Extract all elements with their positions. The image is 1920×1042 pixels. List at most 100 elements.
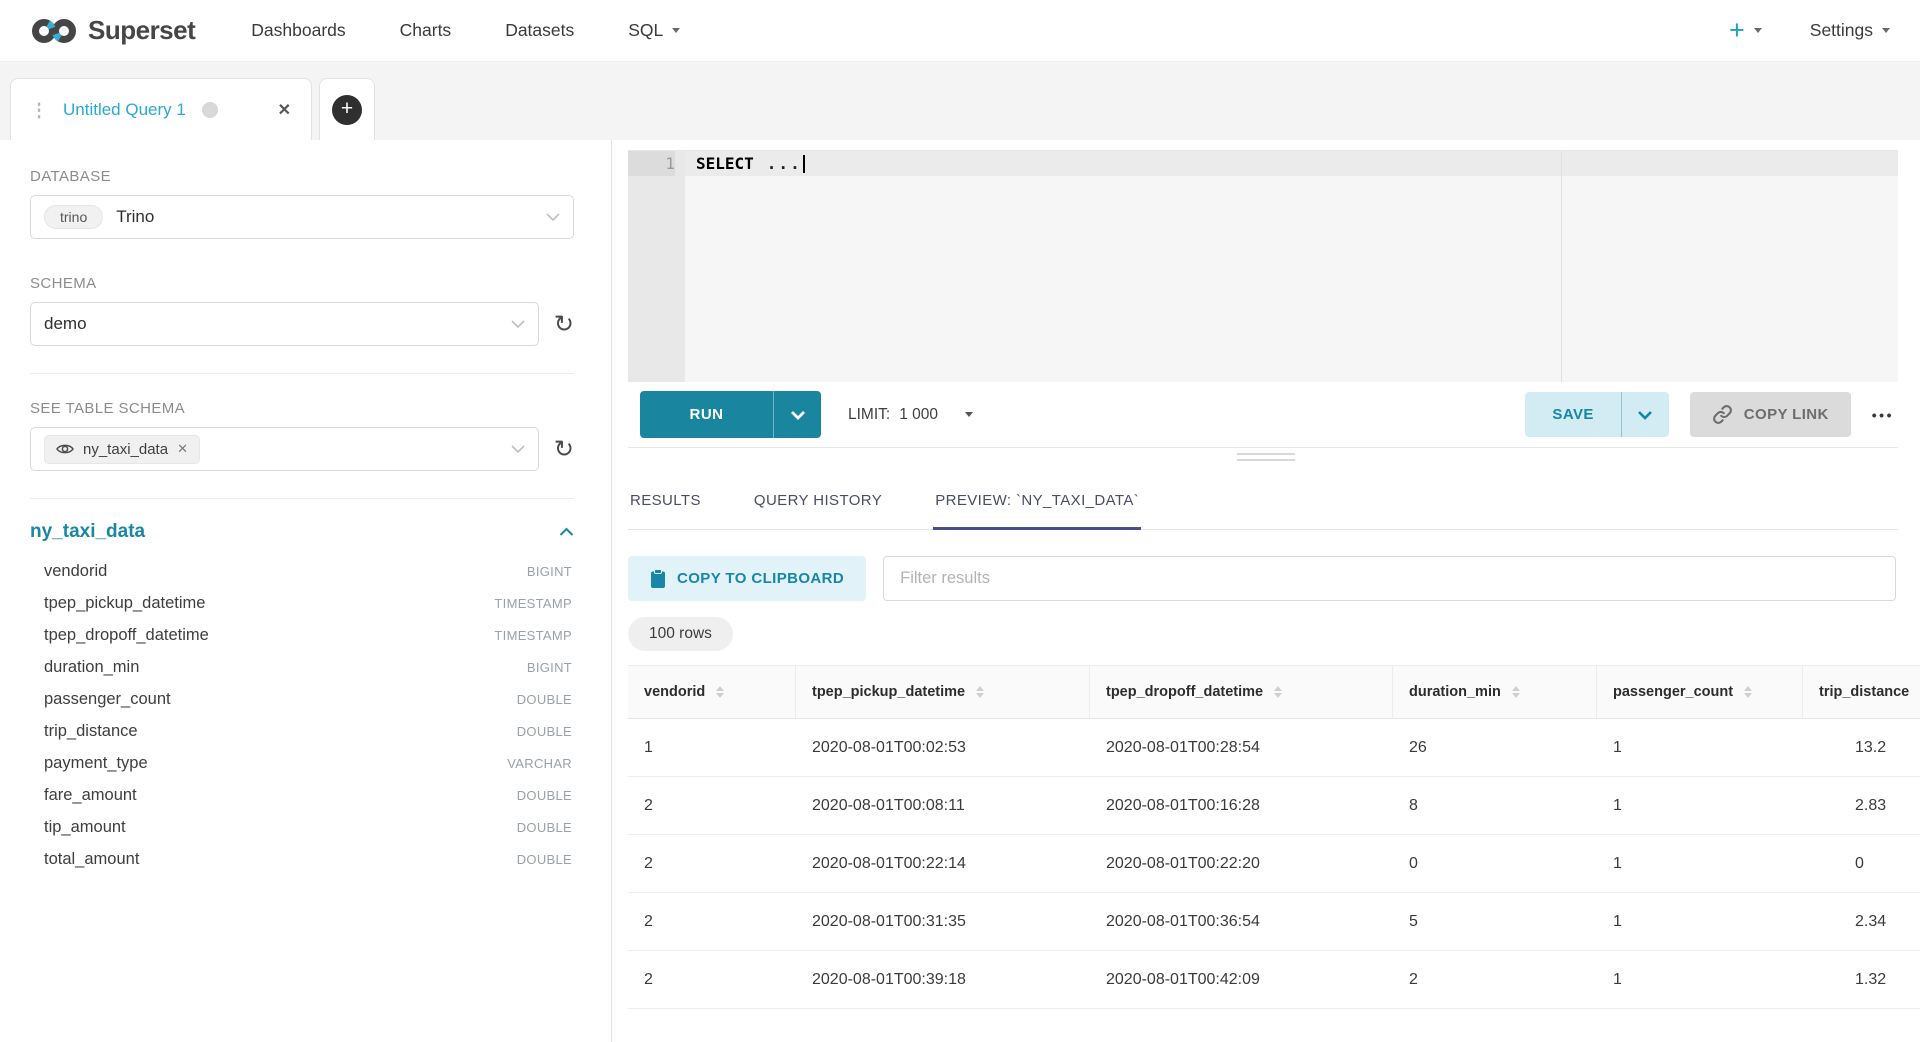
save-query-button[interactable]: SAVE [1525, 392, 1668, 437]
query-tab-label[interactable]: Untitled Query 1 [63, 100, 186, 120]
results-grid-body: 12020-08-01T00:02:532020-08-01T00:28:542… [628, 719, 1920, 1009]
sql-text: ... [767, 154, 802, 173]
table-cell: 2 [628, 971, 796, 989]
superset-logo-icon [30, 16, 78, 46]
add-tab-button[interactable]: + [319, 78, 375, 140]
sql-lab-sidebar: DATABASE trino Trino SCHEMA demo [0, 140, 612, 1042]
sidebar-divider [30, 498, 574, 499]
save-options-caret[interactable] [1622, 392, 1669, 437]
column-name: payment_type [44, 754, 148, 773]
table-row: 22020-08-01T00:39:182020-08-01T00:42:092… [628, 951, 1920, 1009]
run-query-button[interactable]: RUN [640, 391, 821, 438]
table-select[interactable]: ny_taxi_data ✕ [30, 427, 539, 471]
results-tab-2[interactable]: PREVIEW: `NY_TAXI_DATA` [933, 492, 1141, 529]
grid-header-cell-trip_distance[interactable]: trip_distance [1803, 666, 1920, 718]
grid-header-cell-vendorid[interactable]: vendorid [628, 666, 796, 718]
nav-item-label: Charts [400, 20, 452, 41]
schema-column-row: trip_distanceDOUBLE [30, 715, 574, 747]
refresh-schemas-icon[interactable]: ↻ [554, 312, 574, 336]
row-count-badge: 100 rows [628, 617, 733, 651]
chevron-down-icon [546, 213, 560, 222]
run-label: RUN [640, 391, 773, 438]
clipboard-icon [650, 569, 666, 589]
close-tab-icon[interactable]: ✕ [278, 100, 291, 120]
table-cell: 1 [1597, 797, 1803, 815]
table-cell: 2 [1393, 971, 1597, 989]
schema-select[interactable]: demo [30, 302, 539, 346]
remove-table-icon[interactable]: ✕ [177, 441, 188, 457]
sort-down-icon [716, 693, 724, 698]
main-area: DATABASE trino Trino SCHEMA demo [0, 140, 1920, 1042]
table-cell: 2020-08-01T00:22:14 [796, 855, 1090, 873]
sort-icon[interactable] [976, 686, 984, 699]
grid-header-cell-tpep_dropoff_datetime[interactable]: tpep_dropoff_datetime [1090, 666, 1393, 718]
sort-icon[interactable] [1512, 686, 1520, 699]
plus-icon[interactable]: + [332, 95, 362, 125]
table-cell: 13.2 [1803, 739, 1920, 757]
column-name: trip_distance [44, 722, 138, 741]
brand-title: Superset [88, 15, 195, 46]
database-backend-tag: trino [44, 205, 103, 229]
table-panel-title[interactable]: ny_taxi_data [30, 521, 145, 543]
grid-header-cell-duration_min[interactable]: duration_min [1393, 666, 1597, 718]
column-name: vendorid [44, 562, 107, 581]
new-item-menu[interactable]: + [1729, 17, 1762, 44]
eye-icon [56, 443, 74, 455]
nav-item-sql[interactable]: SQL [628, 20, 680, 41]
grid-header-label: tpep_pickup_datetime [812, 684, 965, 700]
filter-results-input[interactable] [883, 556, 1896, 601]
results-tab-0[interactable]: RESULTS [628, 492, 703, 529]
grid-header-label: duration_min [1409, 684, 1501, 700]
column-type: TIMESTAMP [494, 596, 572, 611]
table-cell: 2020-08-01T00:42:09 [1090, 971, 1393, 989]
nav-item-label: SQL [628, 20, 663, 41]
sql-code-editor[interactable]: 1 SELECT ... [628, 150, 1898, 382]
table-row: 22020-08-01T00:08:112020-08-01T00:16:288… [628, 777, 1920, 835]
query-tab-untitled-query-1[interactable]: ⋮ Untitled Query 1 ✕ [10, 78, 312, 140]
column-name: tpep_dropoff_datetime [44, 626, 209, 645]
table-cell: 8 [1393, 797, 1597, 815]
schema-column-row: passenger_countDOUBLE [30, 683, 574, 715]
table-cell: 1 [1597, 855, 1803, 873]
nav-item-label: Datasets [505, 20, 574, 41]
nav-item-dashboards[interactable]: Dashboards [251, 20, 345, 41]
sort-down-icon [1512, 693, 1520, 698]
table-columns-list: vendoridBIGINT tpep_pickup_datetime TIMEST… [30, 555, 574, 875]
nav-item-charts[interactable]: Charts [400, 20, 452, 41]
column-name: tpep_pickup_datetime [44, 594, 205, 613]
resize-drag-handle[interactable] [1237, 453, 1295, 465]
column-type: DOUBLE [517, 692, 572, 707]
table-cell: 1.32 [1803, 971, 1920, 989]
sort-icon[interactable] [1744, 686, 1752, 699]
table-row: 12020-08-01T00:02:532020-08-01T00:28:542… [628, 719, 1920, 777]
database-select[interactable]: trino Trino [30, 195, 574, 239]
more-options-icon[interactable]: ••• [1872, 407, 1894, 423]
table-cell: 2020-08-01T00:31:35 [796, 913, 1090, 931]
limit-dropdown[interactable]: LIMIT: 1 000 [848, 406, 973, 424]
copy-to-clipboard-button[interactable]: COPY TO CLIPBOARD [628, 556, 866, 601]
superset-brand[interactable]: Superset [30, 15, 195, 46]
editor-code-area[interactable]: SELECT ... [685, 151, 1898, 382]
grid-header-cell-passenger_count[interactable]: passenger_count [1597, 666, 1803, 718]
copy-to-clipboard-label: COPY TO CLIPBOARD [677, 570, 844, 587]
sort-icon[interactable] [716, 686, 724, 699]
collapse-chevron-up-icon[interactable] [559, 527, 574, 537]
database-label: DATABASE [30, 168, 574, 185]
nav-item-datasets[interactable]: Datasets [505, 20, 574, 41]
chevron-down-icon [965, 412, 973, 417]
grid-header-cell-tpep_pickup_datetime[interactable]: tpep_pickup_datetime [796, 666, 1090, 718]
schema-column-row: vendoridBIGINT [30, 555, 574, 587]
drag-handle-icon[interactable]: ⋮ [31, 98, 47, 121]
schema-select-value: demo [44, 314, 87, 334]
sort-icon[interactable] [1274, 686, 1282, 699]
table-cell: 1 [1597, 971, 1803, 989]
refresh-tables-icon[interactable]: ↻ [554, 437, 574, 461]
settings-menu[interactable]: Settings [1810, 20, 1890, 41]
results-tab-1[interactable]: QUERY HISTORY [752, 492, 884, 529]
top-navbar: Superset Dashboards Charts Datasets SQL + S… [0, 0, 1920, 62]
chevron-down-icon [1882, 28, 1890, 33]
run-options-caret[interactable] [773, 391, 821, 438]
sort-down-icon [976, 693, 984, 698]
copy-link-button[interactable]: COPY LINK [1690, 392, 1851, 437]
sort-up-icon [976, 686, 984, 691]
